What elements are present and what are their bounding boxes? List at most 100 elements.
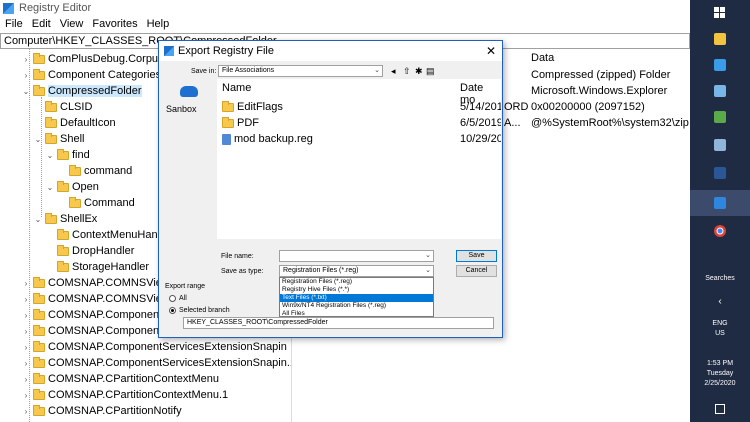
radio-all-label[interactable]: All [179, 295, 187, 302]
collapse-icon[interactable]: ⌄ [34, 135, 42, 144]
dialog-titlebar: Export Registry File ✕ [159, 41, 502, 61]
action-center-button[interactable] [690, 396, 750, 422]
type-option[interactable]: Win9x/NT4 Registration Files (*.reg) [280, 302, 433, 310]
save-type-options[interactable]: Registration Files (*.reg) Registry Hive… [279, 277, 434, 317]
column-header-name[interactable]: Name [222, 82, 251, 94]
expand-icon[interactable]: › [22, 375, 30, 384]
taskbar-app-button[interactable] [690, 160, 750, 186]
collapse-icon[interactable]: ⌄ [22, 87, 30, 96]
taskbar-app-button[interactable] [690, 132, 750, 158]
taskbar-app-button[interactable] [690, 78, 750, 104]
type-option[interactable]: Registry Hive Files (*.*) [280, 286, 433, 294]
file-date: 6/5/2019 [460, 117, 501, 129]
save-in-dropdown[interactable]: File Associations ⌄ [218, 65, 383, 77]
file-name-input[interactable]: ⌄ [279, 250, 434, 262]
radio-selected-branch-label[interactable]: Selected branch [179, 307, 230, 314]
back-icon[interactable]: ◂ [391, 66, 396, 77]
list-item[interactable]: mod backup.reg [222, 131, 313, 147]
tree-item[interactable]: ⌄ Open [46, 179, 99, 195]
tree-item[interactable]: ContextMenuHandl [46, 227, 166, 243]
tree-item[interactable]: ⌄ Shell [34, 131, 84, 147]
type-option[interactable]: Registration Files (*.reg) [280, 278, 433, 286]
folder-icon [33, 340, 45, 352]
file-list[interactable]: Name Date mo EditFlags 5/14/201 PDF 6/5/… [217, 79, 501, 239]
radio-all[interactable] [169, 295, 176, 302]
tree-item-selected[interactable]: ⌄ CompressedFolder [22, 83, 142, 99]
new-folder-icon[interactable]: ✱ [415, 66, 423, 77]
branch-path-input[interactable]: HKEY_CLASSES_ROOT\CompressedFolder [183, 317, 494, 329]
tree-item[interactable]: › COMSNAP.COMNSView [22, 291, 170, 307]
expand-icon[interactable]: › [22, 55, 30, 64]
save-in-label: Save in: [191, 68, 217, 75]
taskbar-app-button[interactable] [690, 52, 750, 78]
registry-taskbar-button[interactable] [690, 190, 750, 216]
lang-indicator[interactable]: ENG [690, 320, 750, 327]
folder-icon [33, 84, 45, 96]
tree-item[interactable]: › Component Categories [22, 67, 161, 83]
places-sanbox[interactable]: Sanbox [166, 104, 197, 114]
expand-icon[interactable]: › [22, 359, 30, 368]
tree-item[interactable]: Command [58, 195, 135, 211]
menu-file[interactable]: File [5, 18, 23, 30]
tree-item[interactable]: StorageHandler [46, 259, 149, 275]
expand-icon[interactable]: › [22, 391, 30, 400]
tree-item[interactable]: ⌄ find [46, 147, 90, 163]
tree-item[interactable]: CLSID [34, 99, 92, 115]
expand-icon[interactable]: › [22, 279, 30, 288]
tree-item[interactable]: › COMSNAP.ComponentD [22, 307, 170, 323]
column-header-data[interactable]: Data [531, 52, 554, 64]
folder-icon [33, 68, 45, 80]
tree-item[interactable]: ⌄ ShellEx [34, 211, 97, 227]
menu-edit[interactable]: Edit [32, 18, 51, 30]
cancel-button[interactable]: Cancel [456, 265, 497, 277]
tree-item[interactable]: › COMSNAP.CPartitionNotify [22, 403, 182, 419]
tree-item[interactable]: DropHandler [46, 243, 134, 259]
expand-icon[interactable]: › [22, 295, 30, 304]
tree-item[interactable]: › COMSNAP.ComponentD [22, 323, 170, 339]
type-option[interactable]: All Files [280, 310, 433, 318]
value-data[interactable]: @%SystemRoot%\system32\zip [531, 117, 689, 129]
collapse-icon[interactable]: ⌄ [46, 151, 54, 160]
type-option-highlighted[interactable]: Text Files (*.txt) [280, 294, 433, 302]
collapse-icon[interactable]: ⌄ [34, 215, 42, 224]
chevron-left-icon[interactable]: ‹ [690, 296, 750, 307]
value-data[interactable]: Compressed (zipped) Folder [531, 69, 670, 81]
chrome-button[interactable] [690, 218, 750, 244]
expand-icon[interactable]: › [22, 311, 30, 320]
value-data[interactable]: 0x00200000 (2097152) [531, 101, 645, 113]
menu-help[interactable]: Help [147, 18, 170, 30]
searches-label[interactable]: Searches [690, 275, 750, 282]
radio-selected-branch[interactable] [169, 307, 176, 314]
value-data[interactable]: Microsoft.Windows.Explorer [531, 85, 667, 97]
tree-item[interactable]: › COMSNAP.CPartitionContextMenu [22, 371, 219, 387]
save-button[interactable]: Save [456, 250, 497, 262]
export-range-label: Export range [165, 283, 206, 290]
tree-item[interactable]: › COMSNAP.CPartitionContextMenu.1 [22, 387, 228, 403]
tree-item[interactable]: › COMSNAP.ComponentServicesExtensionSnapi… [22, 355, 291, 371]
folder-icon [33, 372, 45, 384]
expand-icon[interactable]: › [22, 71, 30, 80]
expand-icon[interactable]: › [22, 407, 30, 416]
menu-favorites[interactable]: Favorites [92, 18, 137, 30]
tree-item[interactable]: command [58, 163, 132, 179]
clock-time[interactable]: 1:53 PM [690, 360, 750, 367]
tree-item[interactable]: › COMSNAP.COMNSView [22, 275, 170, 291]
save-as-type-dropdown[interactable]: Registration Files (*.reg) ⌄ [279, 265, 434, 277]
list-item[interactable]: PDF [222, 115, 259, 131]
collapse-icon[interactable]: ⌄ [46, 183, 54, 192]
list-item[interactable]: EditFlags [222, 99, 283, 115]
start-button[interactable] [690, 0, 750, 26]
registry-titlebar: Registry Editor [0, 0, 690, 16]
expand-icon[interactable]: › [22, 343, 30, 352]
taskbar-app-button[interactable] [690, 104, 750, 130]
file-explorer-button[interactable] [690, 26, 750, 52]
tree-item[interactable]: › ComPlusDebug.Corpub [22, 51, 164, 67]
view-menu-icon[interactable]: ▤ [426, 66, 435, 77]
tree-item[interactable]: › COMSNAP.ComponentServicesExtensionSnapi… [22, 339, 287, 355]
places-bar[interactable]: Sanbox [162, 76, 214, 266]
expand-icon[interactable]: › [22, 327, 30, 336]
up-folder-icon[interactable]: ⇧ [403, 66, 411, 77]
close-button[interactable]: ✕ [480, 41, 502, 61]
tree-item[interactable]: DefaultIcon [34, 115, 116, 131]
menu-view[interactable]: View [60, 18, 84, 30]
